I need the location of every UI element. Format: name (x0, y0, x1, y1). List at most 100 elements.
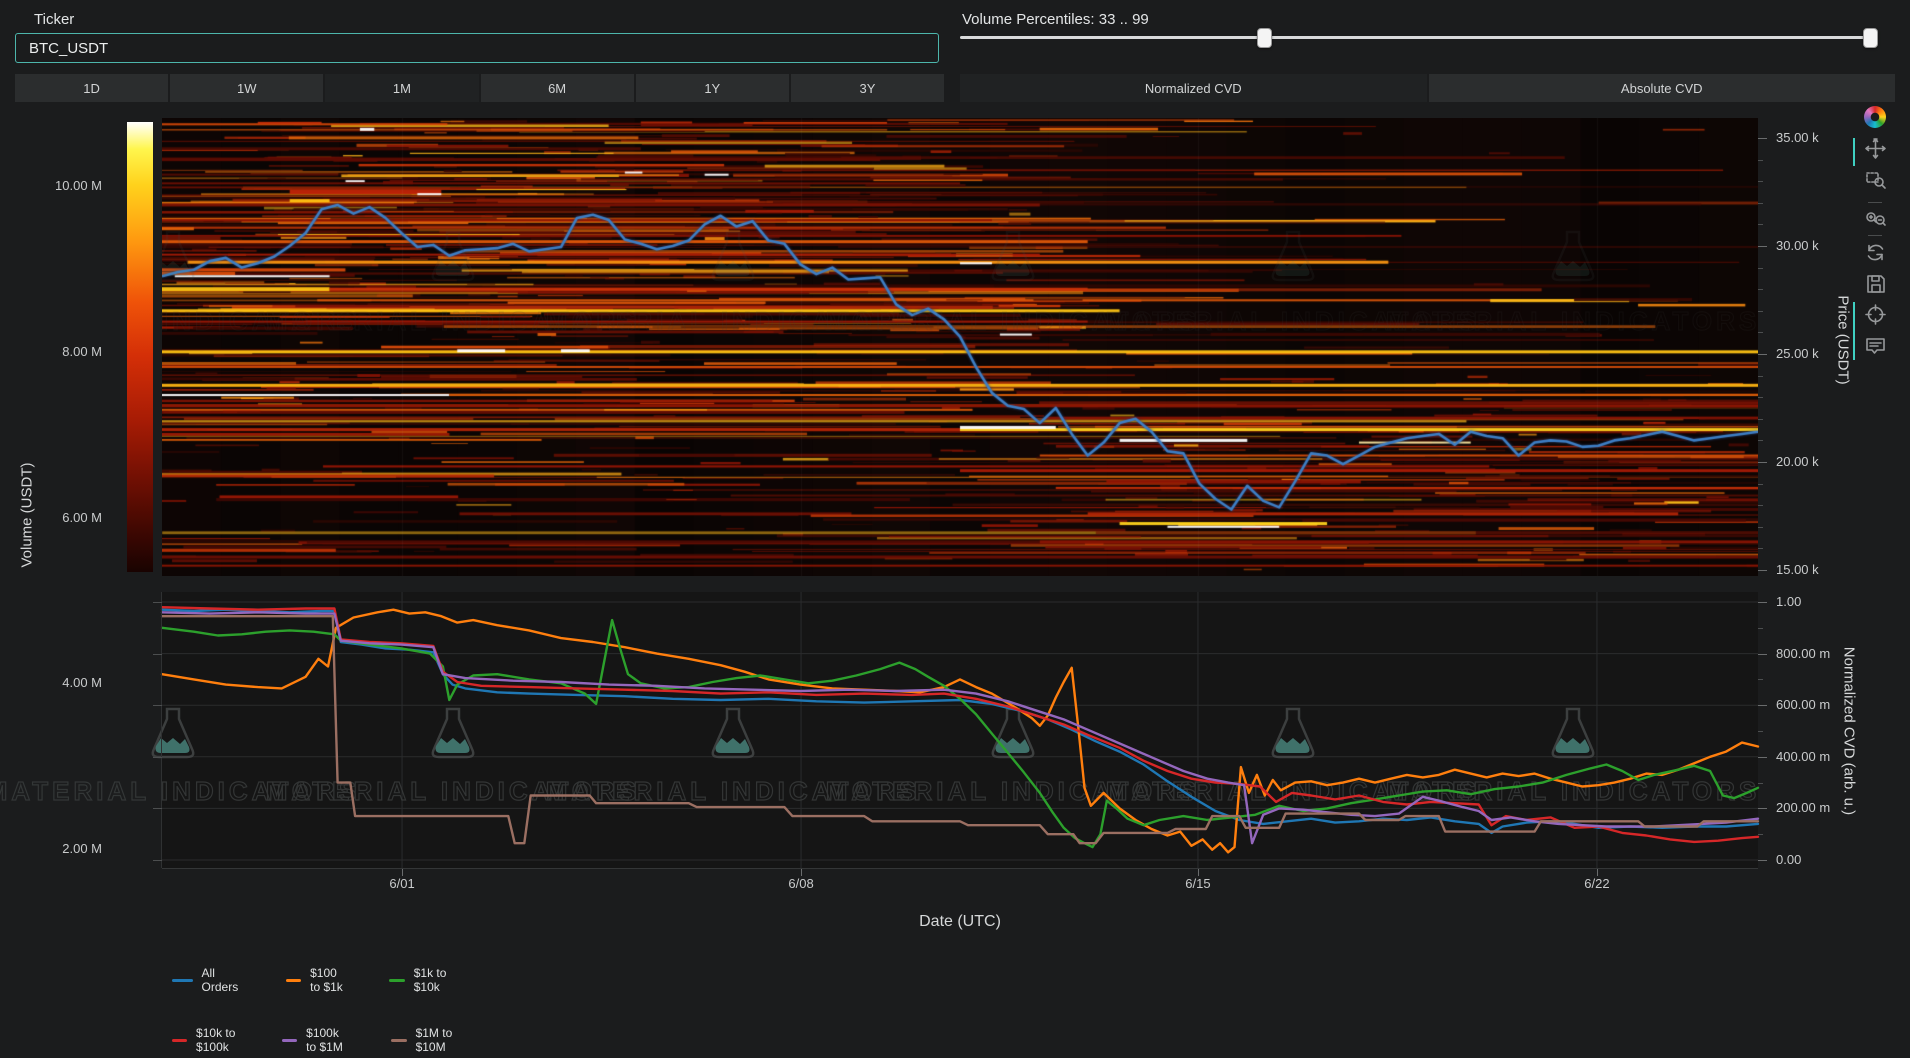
cvd-mode-button-group: Normalized CVDAbsolute CVD (960, 74, 1895, 102)
timeframe-button-3y[interactable]: 3Y (791, 74, 944, 102)
tick-mark (1758, 224, 1763, 225)
legend-item-all-orders[interactable]: All Orders (172, 966, 244, 994)
tick-mark (801, 868, 802, 876)
tick-mark (1758, 484, 1763, 485)
tick-mark (1758, 731, 1763, 732)
tick-mark (1758, 527, 1763, 528)
timeframe-button-1d[interactable]: 1D (15, 74, 168, 102)
tick-mark (1758, 757, 1767, 758)
timeframe-button-group: 1D1W1M6M1Y3Y (15, 74, 944, 102)
tick-mark (1597, 868, 1598, 876)
tick-label: 15.00 k (1776, 562, 1819, 577)
tick-label: 20.00 k (1776, 454, 1819, 469)
price-axis-title: Price (USDT) (1835, 295, 1852, 384)
tick-label: 6/01 (372, 876, 432, 891)
tick-label: 400.00 m (1776, 749, 1830, 764)
zoom-in-out-icon[interactable] (1863, 207, 1887, 231)
tick-mark (1758, 268, 1763, 269)
tick-mark (153, 705, 162, 706)
tick-mark (153, 602, 162, 603)
legend-item--1m-to-10m[interactable]: $1M to $10M (391, 1026, 456, 1054)
legend-swatch (391, 1039, 406, 1042)
tick-mark (1758, 181, 1763, 182)
cvd-chart[interactable]: MATERIAL INDICATORS MATERIAL INDICATORS … (162, 592, 1758, 868)
legend-swatch (282, 1039, 297, 1042)
tick-mark (153, 654, 162, 655)
volume-percentiles-slider[interactable] (960, 36, 1878, 39)
legend-item--10k-to-100k[interactable]: $10k to $100k (172, 1026, 240, 1054)
tick-mark (1758, 654, 1767, 655)
legend-row: $10k to $100k $100k to $1M $1M to $10M (172, 1026, 498, 1054)
tick-mark (1758, 203, 1763, 204)
tick-label: 6/22 (1567, 876, 1627, 891)
legend-label: $10k to $100k (196, 1026, 240, 1054)
legend-item--100-to-1k[interactable]: $100 to $1k (286, 966, 348, 994)
ticker-input[interactable] (15, 33, 939, 63)
cvd-mode-button-normalized-cvd[interactable]: Normalized CVD (960, 74, 1427, 102)
firecharts-app: Ticker Volume Percentiles: 33 .. 99 1D1W… (0, 0, 1910, 1058)
tick-label: 2.00 M (30, 841, 102, 856)
tick-mark (1758, 332, 1763, 333)
tick-mark (1758, 311, 1763, 312)
modebar-active-indicator (1853, 302, 1855, 360)
tick-mark (1758, 138, 1767, 139)
legend-swatch (172, 1039, 187, 1042)
legend-swatch (286, 979, 301, 982)
tick-mark (1198, 868, 1199, 876)
slider-handle-max[interactable] (1863, 28, 1878, 48)
tick-mark (162, 868, 1758, 869)
tick-mark (1758, 246, 1767, 247)
volume-colorbar (127, 122, 153, 572)
legend-label: All Orders (202, 966, 244, 994)
legend-swatch (389, 979, 404, 982)
tick-mark (1758, 602, 1767, 603)
plotly-logo-icon[interactable] (1864, 106, 1886, 128)
timeframe-button-1y[interactable]: 1Y (636, 74, 789, 102)
tick-mark (1758, 160, 1763, 161)
legend-row: All Orders $100 to $1k $1k to $10k (172, 966, 492, 994)
crosshair-icon[interactable] (1863, 302, 1887, 326)
cvd-axis-title: Normalized CVD (arb. u.) (1841, 647, 1858, 815)
tooltip-icon[interactable] (1863, 333, 1887, 357)
tick-mark (153, 808, 162, 809)
tick-mark (1758, 628, 1763, 629)
cvd-mode-button-absolute-cvd[interactable]: Absolute CVD (1429, 74, 1896, 102)
legend-label: $100k to $1M (306, 1026, 349, 1054)
volume-axis-title: Volume (USDT) (19, 462, 36, 567)
slider-handle-min[interactable] (1257, 28, 1272, 48)
tick-label: 10.00 M (30, 178, 102, 193)
tick-label: 6/08 (771, 876, 831, 891)
tick-mark (1758, 548, 1763, 549)
tick-mark (1758, 440, 1763, 441)
tick-label: 30.00 k (1776, 238, 1819, 253)
modebar-separator (1868, 235, 1882, 236)
tick-label: 600.00 m (1776, 697, 1830, 712)
reset-axes-icon[interactable] (1863, 240, 1887, 264)
tick-label: 6/15 (1168, 876, 1228, 891)
tick-label: 800.00 m (1776, 646, 1830, 661)
tick-label: 200.00 m (1776, 800, 1830, 815)
legend-item--100k-to-1m[interactable]: $100k to $1M (282, 1026, 350, 1054)
tick-label: 8.00 M (30, 344, 102, 359)
tick-mark (1758, 419, 1763, 420)
legend-swatch (172, 979, 193, 982)
tick-label: 1.00 (1776, 594, 1801, 609)
tick-mark (1758, 570, 1767, 571)
save-icon[interactable] (1863, 271, 1887, 295)
cvd-plot-background (162, 592, 1758, 868)
tick-mark (1758, 397, 1763, 398)
timeframe-button-1w[interactable]: 1W (170, 74, 323, 102)
ticker-label: Ticker (34, 11, 74, 28)
timeframe-button-1m[interactable]: 1M (325, 74, 478, 102)
tick-mark (1758, 462, 1767, 463)
timeframe-button-6m[interactable]: 6M (481, 74, 634, 102)
tick-mark (1758, 354, 1767, 355)
modebar-active-indicator (1853, 138, 1855, 166)
modebar-separator (1868, 202, 1882, 203)
plotly-modebar (1860, 106, 1890, 357)
tick-mark (402, 868, 403, 876)
pan-icon[interactable] (1863, 136, 1887, 160)
liquidity-heatmap[interactable] (162, 118, 1758, 576)
legend-item--1k-to-10k[interactable]: $1k to $10k (389, 966, 450, 994)
box-zoom-icon[interactable] (1863, 167, 1887, 191)
